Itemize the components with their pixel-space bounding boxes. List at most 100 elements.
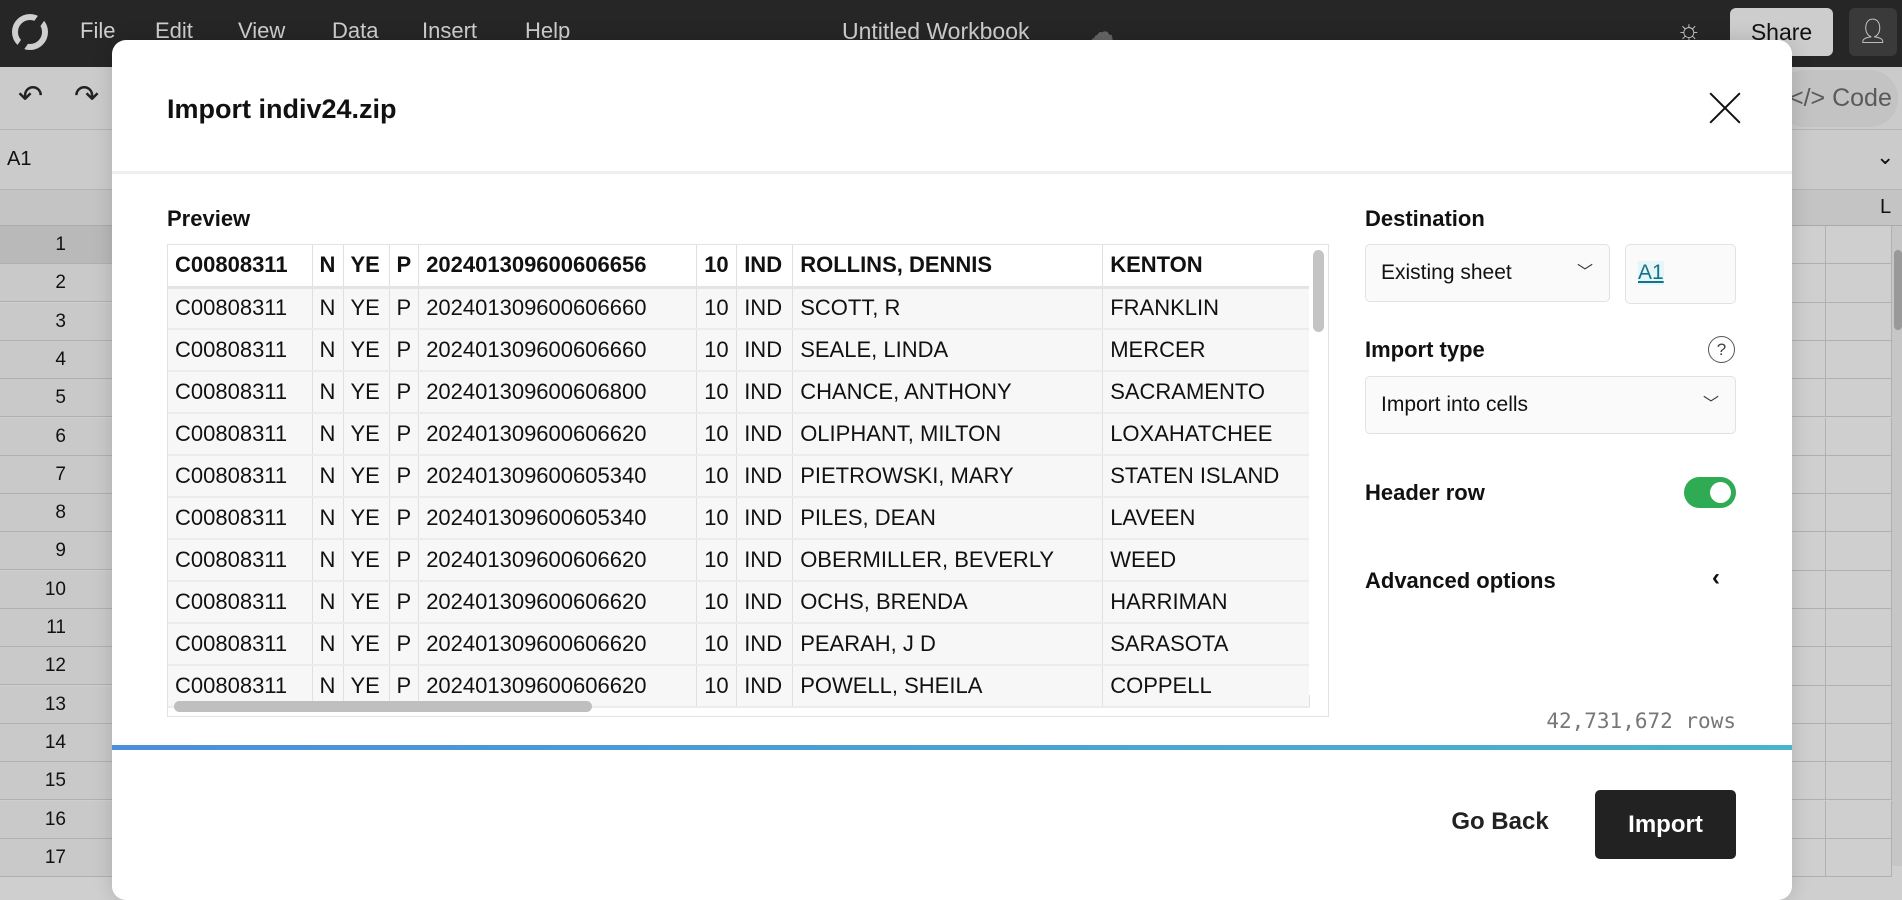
row-header[interactable]: 6	[0, 417, 112, 456]
redo-icon[interactable]: ↷	[74, 79, 99, 114]
table-cell: IND	[736, 497, 794, 540]
table-cell: POWELL, SHEILA	[792, 665, 1104, 708]
code-button[interactable]: </> Code	[1777, 70, 1898, 127]
row-header[interactable]: 8	[0, 494, 112, 533]
sheet-cell[interactable]	[1792, 379, 1826, 418]
row-header[interactable]: 3	[0, 302, 112, 341]
table-vertical-scrollbar[interactable]	[1313, 250, 1324, 332]
sheet-cell[interactable]	[1792, 340, 1826, 380]
sheet-cell[interactable]	[1826, 302, 1892, 341]
sheet-cell[interactable]	[1826, 723, 1892, 763]
column-header: P	[389, 245, 420, 289]
table-cell: C00808311	[168, 287, 313, 330]
sheet-cell[interactable]	[1826, 647, 1892, 686]
sheet-cell[interactable]	[1826, 570, 1892, 609]
column-header: N	[312, 245, 344, 289]
sheet-cell[interactable]	[1792, 226, 1826, 265]
table-cell: IND	[736, 665, 794, 708]
row-header[interactable]: 2	[0, 264, 112, 303]
table-cell: P	[389, 623, 420, 666]
table-cell: P	[389, 329, 420, 372]
row-header[interactable]: 17	[0, 838, 112, 877]
sheet-cell[interactable]	[1826, 838, 1892, 878]
table-cell: SCOTT, R	[792, 287, 1104, 330]
sheet-cell[interactable]	[1826, 226, 1892, 265]
table-cell: P	[389, 371, 420, 414]
table-cell: 202401309600606620	[418, 581, 698, 624]
sheet-cell[interactable]	[1792, 762, 1826, 801]
sheet-cell[interactable]	[1792, 494, 1826, 533]
sheet-cell[interactable]	[1792, 647, 1826, 686]
row-header[interactable]: 1	[0, 226, 112, 264]
sheet-cell[interactable]	[1826, 340, 1892, 380]
sheet-cell[interactable]	[1792, 800, 1826, 839]
undo-icon[interactable]: ↶	[18, 79, 43, 114]
table-cell: IND	[736, 539, 794, 582]
table-cell: MERCER	[1102, 329, 1311, 372]
chevron-left-icon[interactable]: ‹	[1712, 564, 1720, 592]
sheet-cell[interactable]	[1792, 417, 1826, 456]
sheet-cell[interactable]	[1826, 379, 1892, 418]
table-cell: IND	[736, 371, 794, 414]
row-header[interactable]: 10	[0, 570, 112, 609]
sheet-cell[interactable]	[1792, 838, 1826, 878]
sheet-cell[interactable]	[1792, 264, 1826, 303]
sheet-cell[interactable]	[1826, 685, 1892, 724]
import-type-select[interactable]: Import into cells ﹀	[1365, 376, 1736, 434]
sheet-cell[interactable]	[1792, 302, 1826, 341]
row-header[interactable]: 13	[0, 685, 112, 724]
sheet-cell[interactable]	[1792, 532, 1826, 571]
table-cell: N	[312, 413, 344, 456]
sheet-cell[interactable]	[1826, 532, 1892, 571]
close-icon[interactable]	[1707, 90, 1743, 126]
sheet-cell[interactable]	[1826, 264, 1892, 303]
sheet-cell[interactable]	[1826, 455, 1892, 495]
table-row: C00808311 N YE P 202401309600606620 10 IND PEAR…	[168, 623, 1311, 666]
row-header[interactable]: 12	[0, 647, 112, 686]
advanced-options-label[interactable]: Advanced options	[1365, 568, 1556, 594]
sheet-scroll-thumb[interactable]	[1894, 250, 1902, 330]
table-cell: N	[312, 581, 344, 624]
row-header[interactable]: 11	[0, 609, 112, 647]
destination-cell-input[interactable]: A1	[1625, 244, 1736, 304]
sheet-cell[interactable]	[1826, 762, 1892, 801]
cell-reference[interactable]: A1	[7, 148, 31, 171]
app-logo-icon[interactable]	[12, 14, 48, 50]
preview-label: Preview	[167, 206, 251, 231]
row-header[interactable]: 4	[0, 340, 112, 379]
preview-table: C00808311 N YE P 202401309600606656 10 IND ROLL…	[167, 244, 1329, 717]
menu-file[interactable]: File	[80, 18, 115, 44]
row-header[interactable]: 16	[0, 800, 112, 839]
row-header[interactable]: 9	[0, 532, 112, 571]
go-back-button[interactable]: Go Back	[1442, 808, 1558, 844]
chevron-down-icon[interactable]: ⌄	[1876, 144, 1894, 170]
table-cell: YE	[343, 371, 390, 414]
table-cell: PEARAH, J D	[792, 623, 1104, 666]
row-header[interactable]: 15	[0, 762, 112, 801]
destination-select[interactable]: Existing sheet ﹀	[1365, 244, 1610, 302]
sheet-cell[interactable]	[1792, 685, 1826, 724]
sheet-cell[interactable]	[1792, 570, 1826, 609]
dialog-title: Import indiv24.zip	[167, 94, 397, 124]
sheet-cell[interactable]	[1792, 455, 1826, 495]
sheet-cell[interactable]	[1792, 723, 1826, 763]
user-account-icon[interactable]: 👤︎	[1849, 8, 1897, 56]
sheet-cell[interactable]	[1826, 417, 1892, 456]
sheet-cell[interactable]	[1826, 609, 1892, 648]
table-horizontal-scrollbar[interactable]	[174, 701, 592, 712]
table-cell: 10	[696, 413, 738, 456]
sheet-cell[interactable]	[1792, 609, 1826, 648]
help-icon[interactable]: ?	[1708, 336, 1735, 363]
header-row-toggle[interactable]	[1684, 477, 1736, 508]
row-header[interactable]: 5	[0, 379, 112, 418]
table-row: C00808311 N YE P 202401309600605340 10 IND PIET…	[168, 455, 1311, 498]
chevron-down-icon: ﹀	[1702, 396, 1719, 413]
table-cell: YE	[343, 329, 390, 372]
sheet-cell[interactable]	[1826, 494, 1892, 533]
row-header[interactable]: 7	[0, 455, 112, 494]
row-header[interactable]: 14	[0, 723, 112, 762]
import-type-value: Import into cells	[1381, 393, 1529, 416]
import-button[interactable]: Import	[1595, 790, 1736, 859]
sheet-cell[interactable]	[1826, 800, 1892, 839]
column-header-l[interactable]: L	[1880, 196, 1891, 219]
